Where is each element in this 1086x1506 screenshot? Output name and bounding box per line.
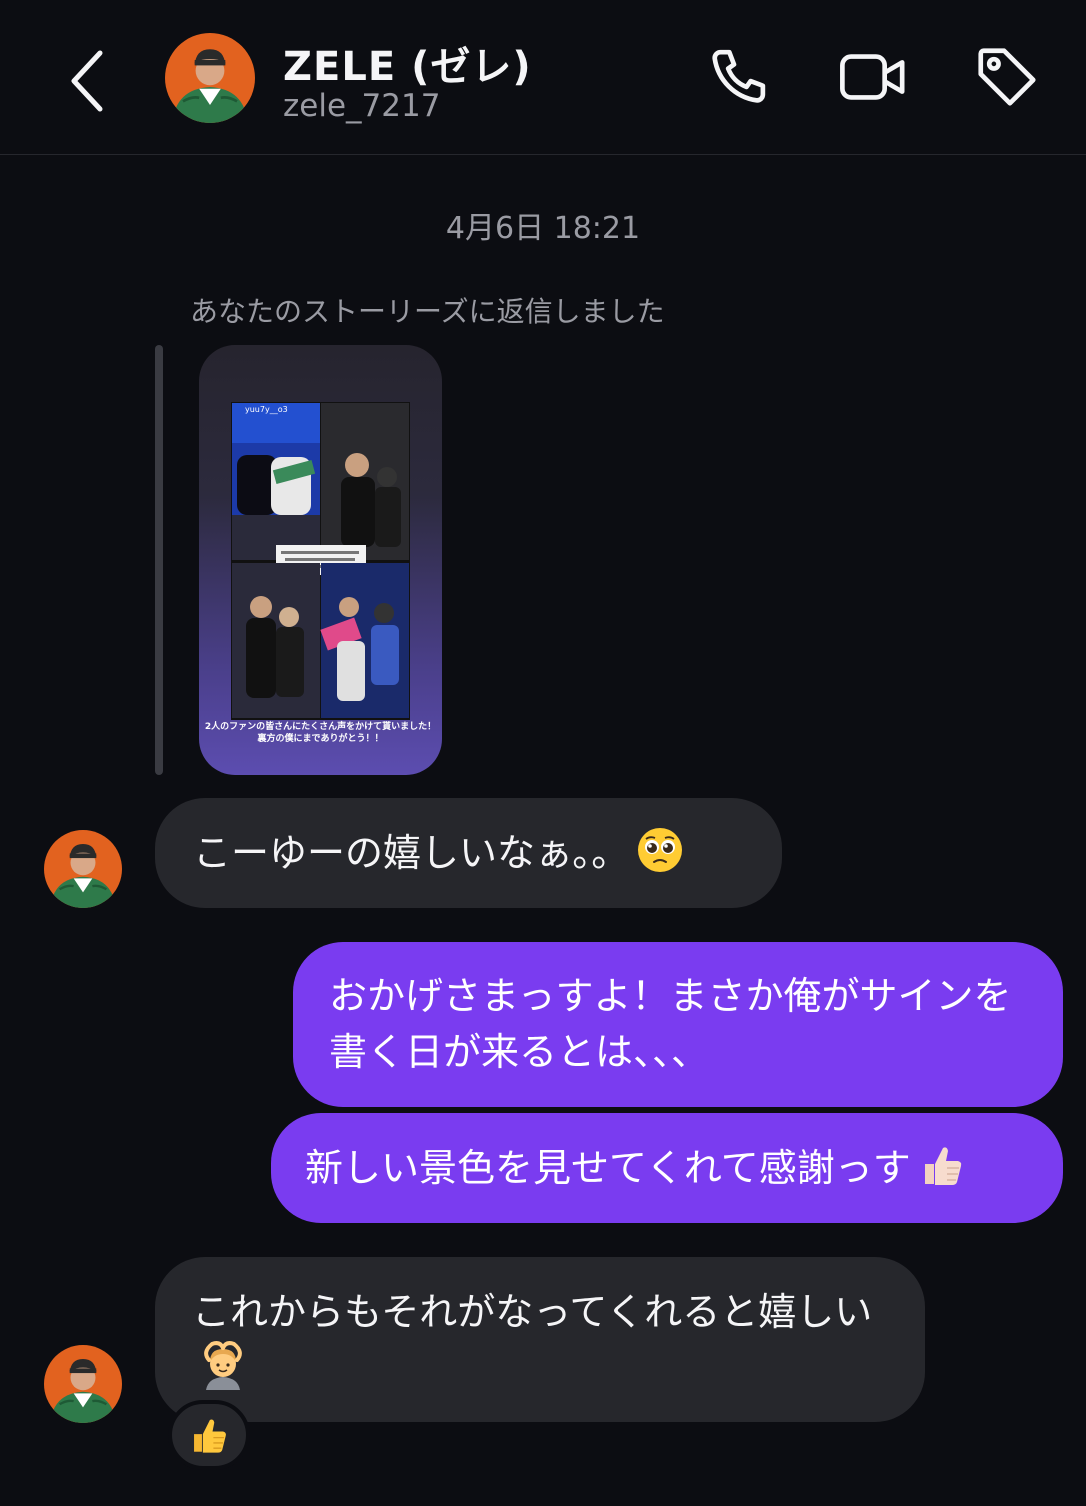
message-text: おかげさまっすよ！まさか俺がサインを書く日が来るとは、、、 xyxy=(329,974,1012,1074)
tag-icon[interactable] xyxy=(972,42,1042,112)
message-bubble-outgoing[interactable]: おかげさまっすよ！まさか俺がサインを書く日が来るとは、、、 xyxy=(293,942,1063,1107)
story-caption-line2: 裏方の僕にまでありがとう！！ xyxy=(257,734,384,744)
message-reaction[interactable] xyxy=(168,1400,250,1470)
video-camera-icon[interactable] xyxy=(838,42,908,112)
message-text: これからもそれがなってくれると嬉しい xyxy=(192,1290,873,1334)
thumbs-up-light-skin-emoji xyxy=(924,1147,961,1185)
message-text: 新しい景色を見せてくれて感謝っす xyxy=(305,1146,911,1190)
message-bubble-incoming[interactable]: こーゆーの嬉しいなぁ。。 xyxy=(155,798,782,908)
back-button[interactable] xyxy=(60,45,120,115)
reply-indicator-bar xyxy=(155,345,163,775)
label-button[interactable] xyxy=(972,42,1042,112)
story-username: yuu7y__o3 xyxy=(245,405,288,414)
message-bubble-outgoing[interactable]: 新しい景色を見せてくれて感謝っす xyxy=(271,1113,1063,1223)
person-gesturing-ok-emoji xyxy=(204,1341,242,1390)
story-preview[interactable]: yuu7y__o3 2人のファンの皆さんにたくさん声をかけて貰いました！ 裏方の… xyxy=(199,345,442,775)
voice-call-button[interactable] xyxy=(706,42,776,112)
thumbs-up-emoji xyxy=(194,1419,226,1453)
contact-handle: zele_7217 xyxy=(283,88,441,124)
contact-name[interactable]: ZELE (ゼレ) xyxy=(283,34,532,92)
back-icon[interactable] xyxy=(60,45,120,115)
pleading-face-emoji xyxy=(638,828,683,872)
story-collage xyxy=(231,402,410,720)
chat-header: ZELE (ゼレ) zele_7217 xyxy=(0,0,1086,155)
story-caption-line1: 2人のファンの皆さんにたくさん声をかけて貰いました！ xyxy=(204,722,437,732)
message-text: こーゆーの嬉しいなぁ。。 xyxy=(193,831,630,875)
video-call-button[interactable] xyxy=(838,42,908,112)
story-reply-note: あなたのストーリーズに返信しました xyxy=(190,295,665,328)
sender-avatar[interactable] xyxy=(44,830,122,908)
message-bubble-incoming[interactable]: これからもそれがなってくれると嬉しい xyxy=(155,1257,925,1422)
sender-avatar[interactable] xyxy=(44,1345,122,1423)
phone-icon[interactable] xyxy=(706,42,776,112)
contact-avatar[interactable] xyxy=(165,33,255,123)
message-timestamp: 4月6日 18:21 xyxy=(445,211,641,246)
